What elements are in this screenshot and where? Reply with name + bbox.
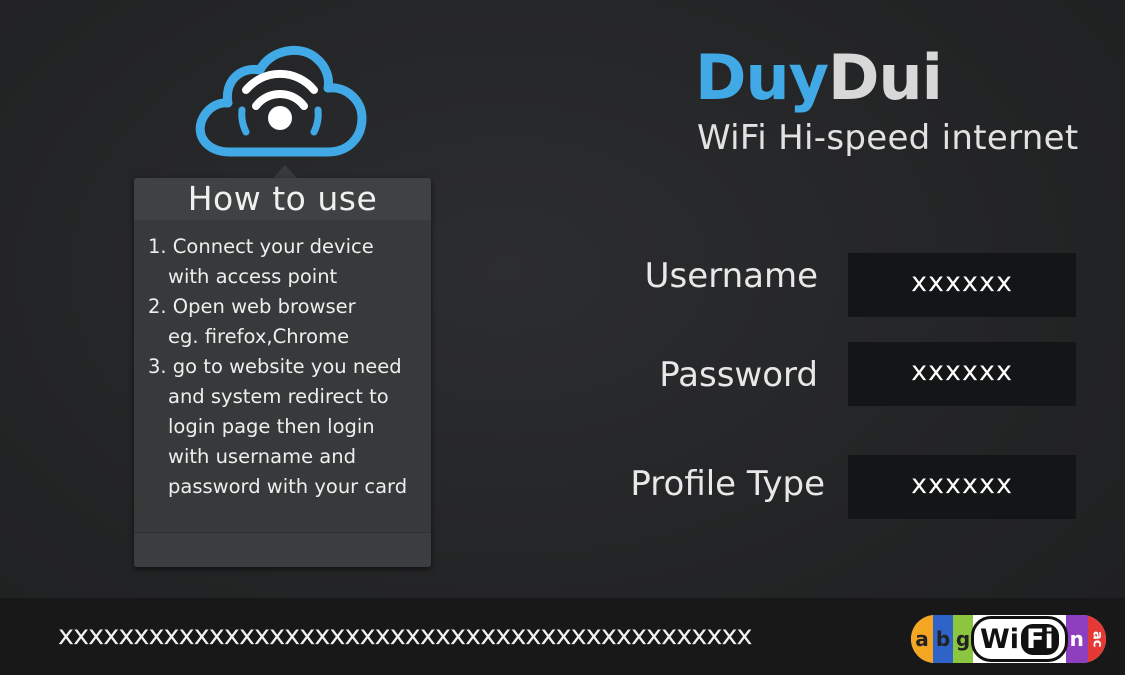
profile-type-value: xxxxxx <box>848 455 1076 519</box>
password-label: Password <box>659 355 818 395</box>
step-line: 3. go to website you need <box>148 355 402 378</box>
wifi-band-g: g <box>953 615 973 663</box>
step-line: 2. Open web browser <box>148 295 356 318</box>
brand-tagline: WiFi Hi-speed internet <box>697 118 1079 158</box>
wifi-word-wi: Wi <box>980 623 1020 655</box>
password-value: xxxxxx <box>848 342 1076 406</box>
how-to-use-title: How to use <box>134 178 431 220</box>
howto-pointer <box>272 165 298 179</box>
username-label: Username <box>644 256 818 296</box>
step-line: login page then login <box>168 415 375 438</box>
brand-logo: DuyDui <box>695 38 943 118</box>
step-line: eg. firefox,Chrome <box>168 325 350 348</box>
profile-type-label: Profile Type <box>630 464 825 504</box>
step-line: password with your card <box>168 475 408 498</box>
wifi-standards-logo: a b g Wi Fi n ac <box>911 615 1106 663</box>
how-to-use-steps: 1. Connect your device with access point… <box>134 220 431 502</box>
card-number: xxxxxxxxxxxxxxxxxxxxxxxxxxxxxxxxxxxxxxxx… <box>58 620 753 651</box>
how-to-use-footer <box>134 532 431 567</box>
step-line: with access point <box>168 265 338 288</box>
brand-name-part1: Duy <box>695 41 829 114</box>
how-to-use-panel: How to use 1. Connect your device with a… <box>134 178 431 567</box>
step-line: 1. Connect your device <box>148 235 374 258</box>
wifi-wordmark: Wi Fi <box>971 616 1068 662</box>
username-value: xxxxxx <box>848 253 1076 317</box>
brand-name-part2: Dui <box>828 41 943 114</box>
cloud-wifi-icon <box>190 40 370 165</box>
step-line: and system redirect to <box>168 385 389 408</box>
wifi-word-fi: Fi <box>1021 623 1059 655</box>
wifi-band-n: n <box>1065 615 1088 663</box>
wifi-band-b: b <box>933 615 953 663</box>
step-line: with username and <box>168 445 356 468</box>
